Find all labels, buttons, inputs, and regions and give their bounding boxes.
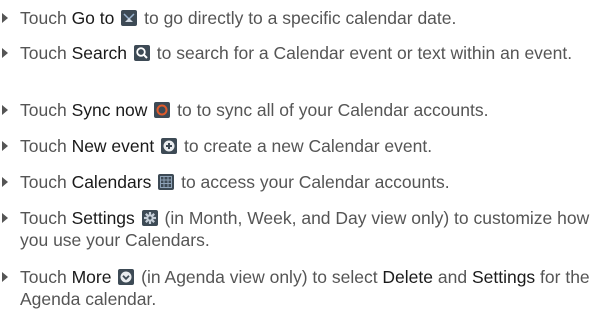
list-item: Touch Go to to go directly to a specific… [0,7,590,29]
keyword-delete: Delete [382,267,434,287]
list-item-text: Touch New event to create a new Calendar… [20,136,433,156]
go-to-date-icon [121,10,138,26]
list-item: Touch Calendars to access your Calendar … [0,171,590,193]
bullet-marker [2,48,8,58]
list-item-text: Touch Settings (in Month, Week, and Day … [20,208,590,250]
search-icon [133,45,150,61]
list-item-text: Touch Sync now to to sync all of your Ca… [20,100,489,120]
list-item: Touch Settings (in Month, Week, and Day … [0,207,590,251]
bullet-marker [2,213,8,223]
keyword-sync-now: Sync now [71,100,148,120]
bullet-marker [2,13,8,23]
bullet-marker [2,105,8,115]
list-item: Touch More (in Agenda view only) to sele… [0,266,590,310]
calendar-grid-icon [158,174,175,190]
list-item-text: Touch Go to to go directly to a specific… [20,8,457,28]
list-item: Touch Search to search for a Calendar ev… [0,42,590,64]
bullet-marker [2,272,8,282]
more-chevron-icon [118,269,135,285]
list-item: Touch Sync now to to sync all of your Ca… [0,99,590,121]
gear-icon [141,210,158,226]
keyword-new-event: New event [71,136,155,156]
sync-icon [154,102,171,118]
keyword-search: Search [71,43,128,63]
list-item: Touch New event to create a new Calendar… [0,135,590,157]
bullet-marker [2,141,8,151]
list-item-text: Touch Search to search for a Calendar ev… [20,43,573,63]
keyword-settings: Settings [71,208,135,228]
keyword-more: More [71,267,112,287]
keyword-calendars: Calendars [71,172,152,192]
keyword-settings: Settings [471,267,536,287]
list-item-text: Touch Calendars to access your Calendar … [20,172,450,192]
add-event-icon [161,138,178,154]
list-item-text: Touch More (in Agenda view only) to sele… [20,267,590,309]
keyword-go-to: Go to [71,8,115,28]
bullet-marker [2,177,8,187]
